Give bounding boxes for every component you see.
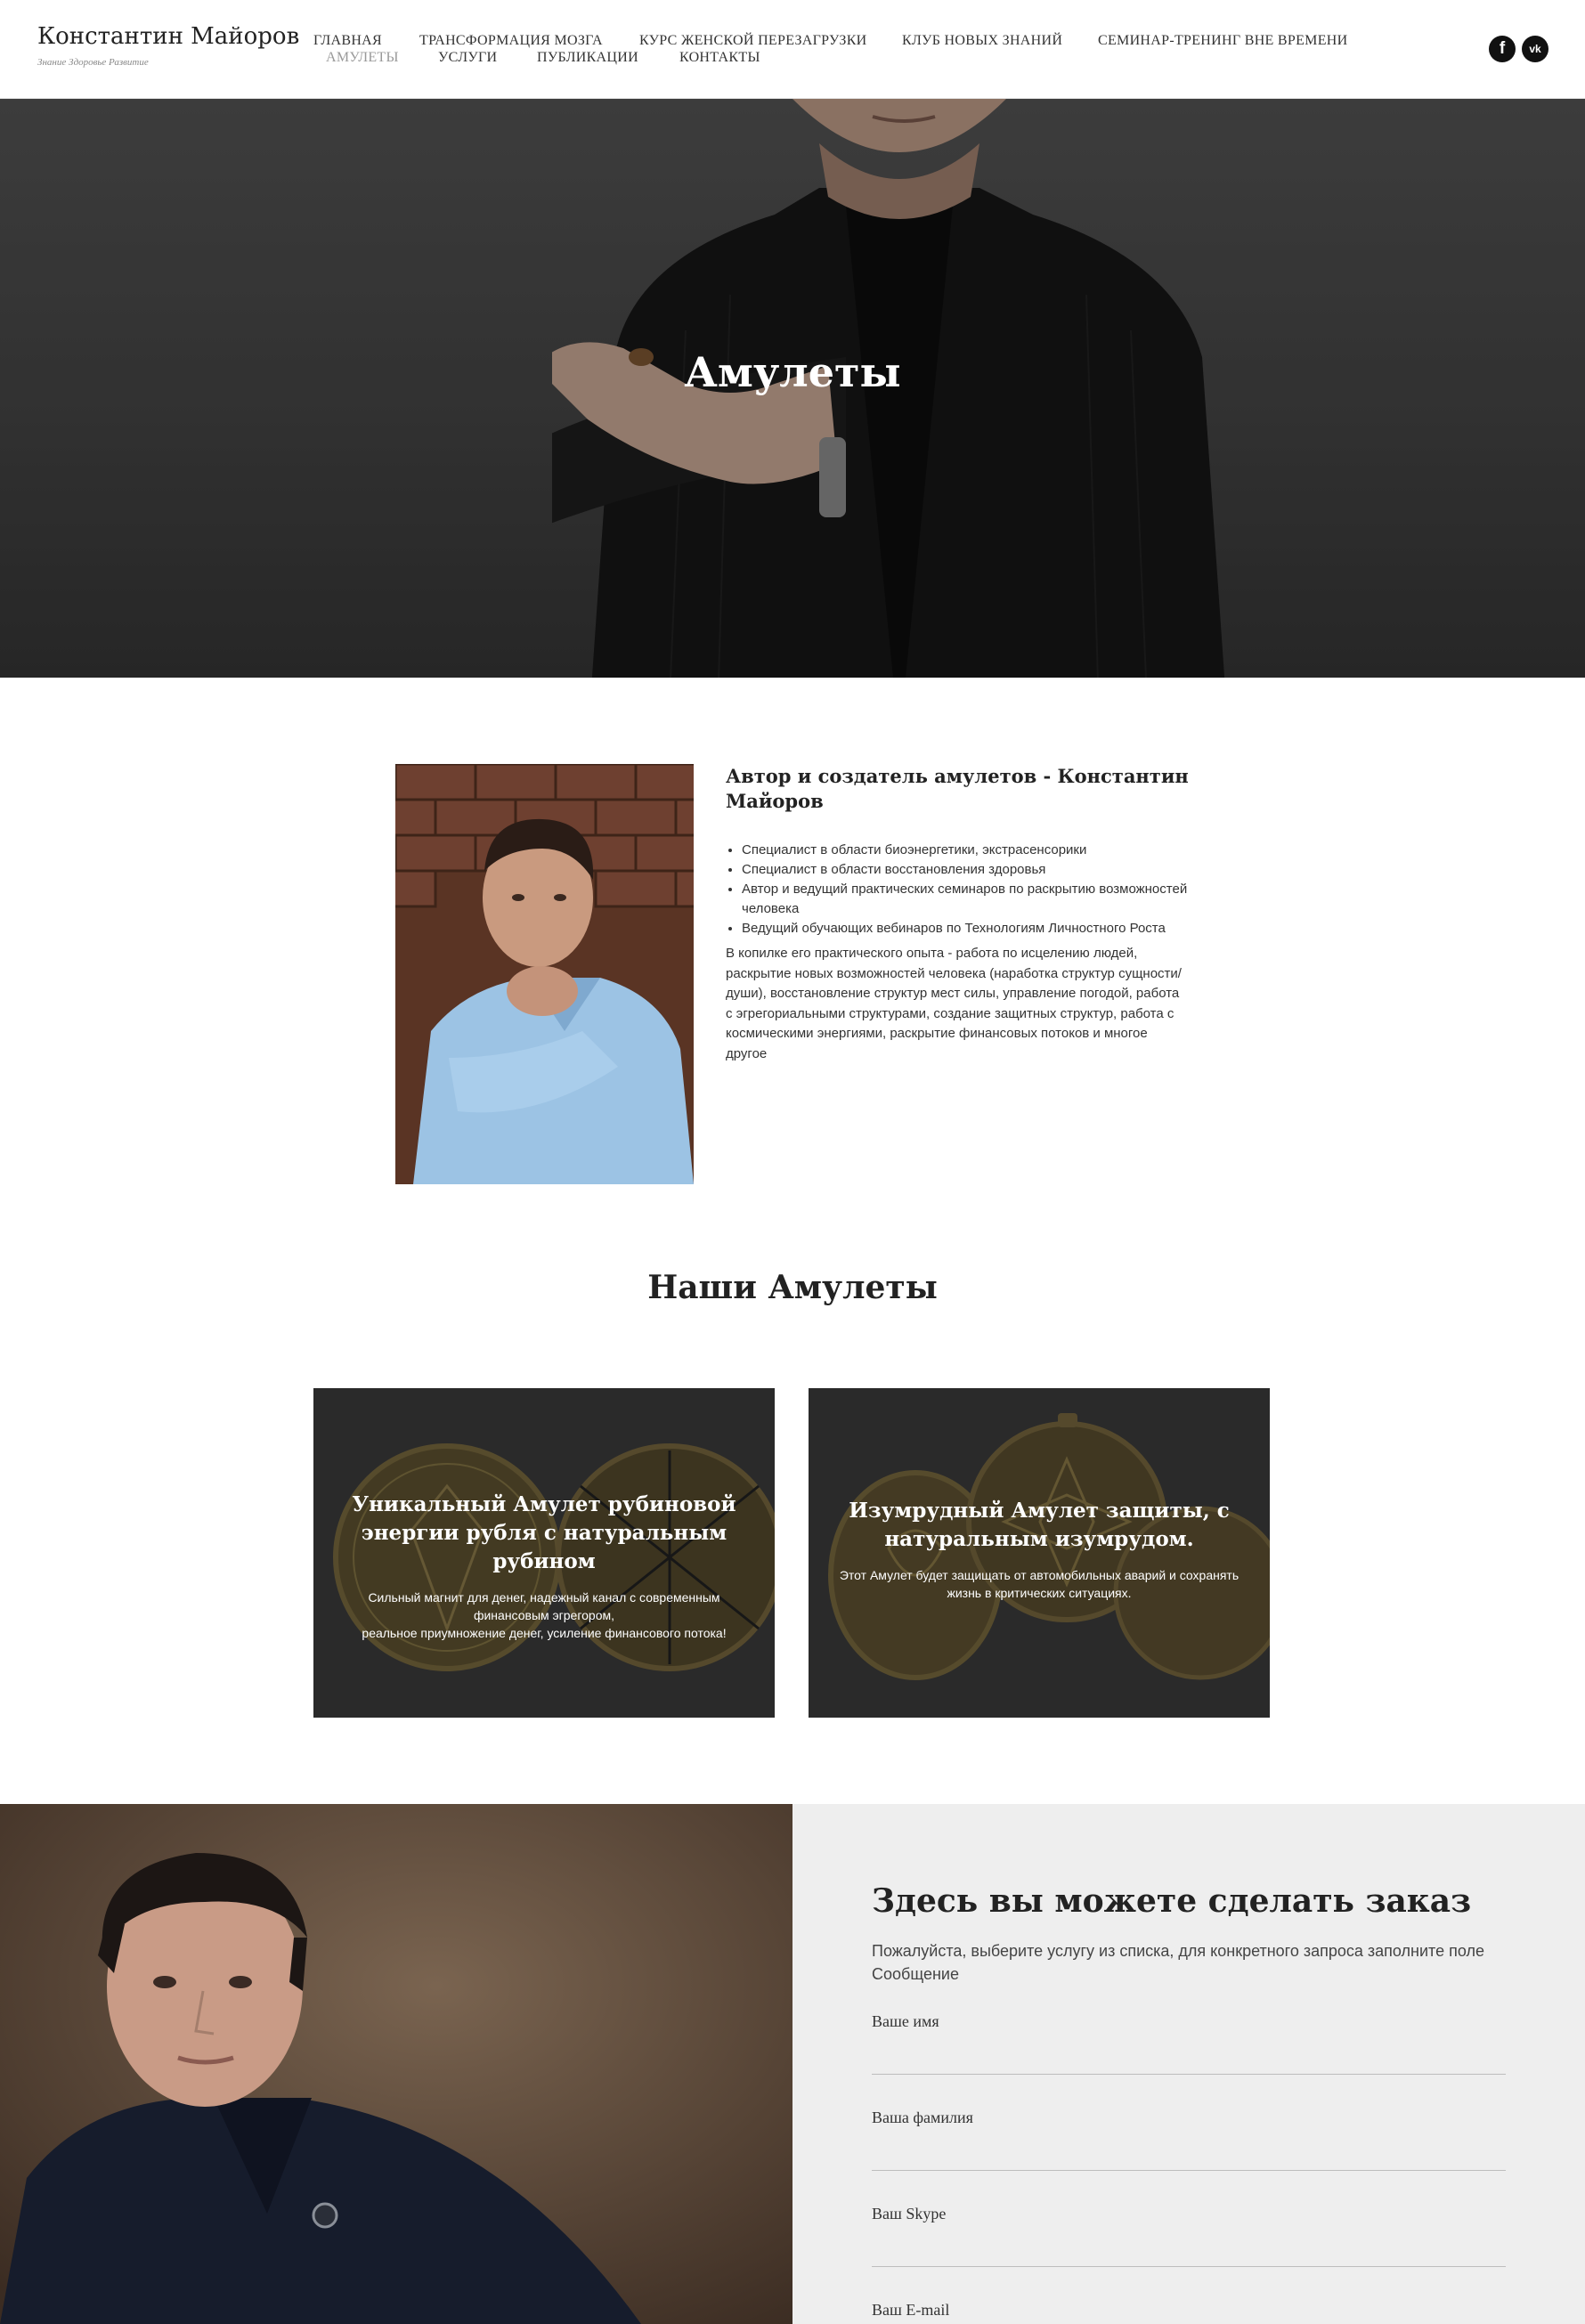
nav-item-new-knowledge-club[interactable]: КЛУБ НОВЫХ ЗНАНИЙ xyxy=(902,33,1062,49)
facebook-icon[interactable]: f xyxy=(1489,36,1516,62)
skype-field: Ваш Skype xyxy=(872,2205,1506,2267)
amulet-card-description-line: Сильный магнит для денег, надежный канал… xyxy=(368,1590,720,1622)
list-item: Автор и ведущий практических семинаров п… xyxy=(742,880,1189,919)
nav-item-female-reboot-course[interactable]: КУРС ЖЕНСКОЙ ПЕРЕЗАГРУЗКИ xyxy=(639,33,867,49)
field-label: Ваша фамилия xyxy=(872,2109,973,2126)
author-paragraph: В копилке его практического опыта - рабо… xyxy=(726,946,1182,1061)
site-header: Константин Майоров Знание Здоровье Разви… xyxy=(0,0,1585,99)
order-form-subtitle: Пожалуйста, выберите услугу из списка, д… xyxy=(872,1942,1484,1983)
card-content: Изумрудный Амулет защиты, с натуральным … xyxy=(835,1497,1243,1602)
page-title: Амулеты xyxy=(684,348,901,396)
amulet-card-emerald[interactable]: Изумрудный Амулет защиты, с натуральным … xyxy=(809,1388,1270,1718)
list-item: Ведущий обучающих вебинаров по Технологи… xyxy=(742,919,1189,939)
last-name-input[interactable] xyxy=(872,2140,1506,2166)
first-name-field: Ваше имя xyxy=(872,2012,1506,2075)
amulet-card-title: Уникальный Амулет рубиновой энергии рубл… xyxy=(352,1492,736,1573)
email-field: Ваш E-mail xyxy=(872,2301,1506,2324)
nav-item-amulets[interactable]: АМУЛЕТЫ xyxy=(326,50,399,66)
first-name-input[interactable] xyxy=(872,2044,1506,2070)
nav-item-seminar-outside-time[interactable]: СЕМИНАР-ТРЕНИНГ ВНЕ ВРЕМЕНИ xyxy=(1098,33,1347,49)
nav-item-publications[interactable]: ПУБЛИКАЦИИ xyxy=(537,50,638,66)
amulet-card-description-line: реальное приумножение денег, усиление фи… xyxy=(362,1626,727,1640)
nav-item-home[interactable]: ГЛАВНАЯ xyxy=(313,33,382,49)
author-heading: Автор и создатель амулетов - Константин … xyxy=(726,765,1189,812)
author-credentials-list: Специалист в области биоэнергетики, экст… xyxy=(726,841,1189,939)
amulet-card-ruby[interactable]: Уникальный Амулет рубиновой энергии рубл… xyxy=(313,1388,775,1718)
amulet-card-title: Изумрудный Амулет защиты, с натуральным … xyxy=(849,1499,1230,1551)
author-photo xyxy=(395,764,694,1184)
field-label: Ваш Skype xyxy=(872,2205,947,2222)
list-item: Специалист в области биоэнергетики, экст… xyxy=(742,841,1189,860)
vk-icon[interactable]: vk xyxy=(1522,36,1548,62)
order-form-title: Здесь вы можете сделать заказ xyxy=(872,1882,1472,1920)
main-nav-row-1: ГЛАВНАЯ ТРАНСФОРМАЦИЯ МОЗГА КУРС ЖЕНСКОЙ… xyxy=(0,33,1585,51)
nav-item-contacts[interactable]: КОНТАКТЫ xyxy=(679,50,760,66)
nav-item-brain-transformation[interactable]: ТРАНСФОРМАЦИЯ МОЗГА xyxy=(419,33,603,49)
author-info: Автор и создатель амулетов - Константин … xyxy=(726,764,1189,1064)
main-nav-row-2: АМУЛЕТЫ УСЛУГИ ПУБЛИКАЦИИ КОНТАКТЫ xyxy=(0,50,1585,68)
field-label: Ваш E-mail xyxy=(872,2301,950,2319)
amulets-section-title: Наши Амулеты xyxy=(647,1269,938,1306)
field-label: Ваше имя xyxy=(872,2012,939,2030)
list-item: Специалист в области восстановления здор… xyxy=(742,860,1189,880)
last-name-field: Ваша фамилия xyxy=(872,2109,1506,2171)
card-content: Уникальный Амулет рубиновой энергии рубл… xyxy=(340,1491,748,1642)
order-form-panel: Здесь вы можете сделать заказ Пожалуйста… xyxy=(792,1804,1585,2324)
hero-banner: Амулеты xyxy=(0,99,1585,678)
amulet-card-description: Этот Амулет будет защищать от автомобиль… xyxy=(839,1568,1240,1600)
skype-input[interactable] xyxy=(872,2236,1506,2263)
nav-item-services[interactable]: УСЛУГИ xyxy=(438,50,497,66)
amulet-card-description: Сильный магнит для денег, надежный канал… xyxy=(340,1589,748,1642)
order-portrait-image xyxy=(0,1804,792,2324)
